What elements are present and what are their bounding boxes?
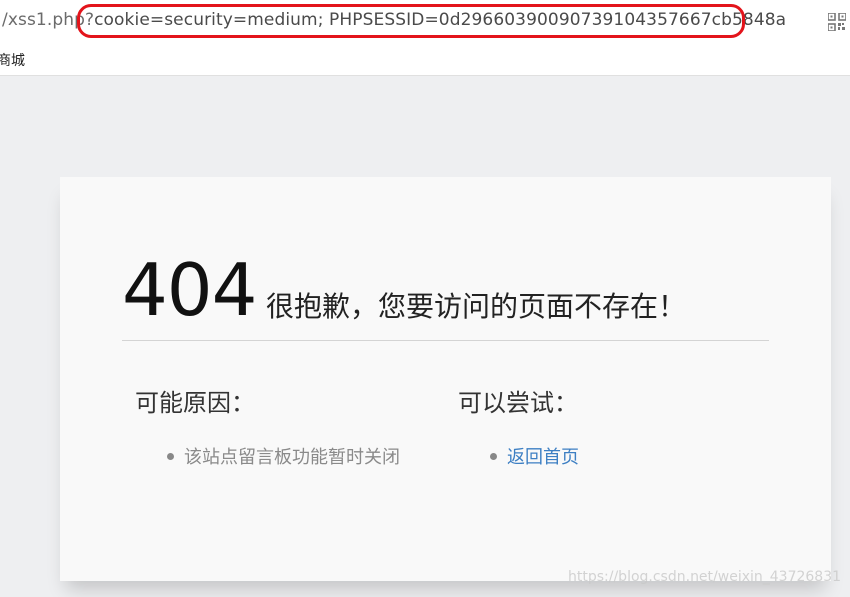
bullet-dot-icon xyxy=(167,452,174,460)
red-highlight-annotation xyxy=(77,4,745,38)
reason-item: 该站点留言板功能暂时关闭 xyxy=(167,443,400,469)
address-bar[interactable]: /xss1.php?cookie=security=medium; PHPSES… xyxy=(0,0,850,43)
error-code: 404 xyxy=(122,248,257,332)
qr-code-icon[interactable] xyxy=(828,13,846,31)
reasons-title: 可能原因： xyxy=(135,389,255,417)
bookmark-mall[interactable]: 商城 xyxy=(0,50,25,70)
watermark: https://blog.csdn.net/weixin_43726831 xyxy=(568,569,842,585)
reason-text: 该站点留言板功能暂时关闭 xyxy=(184,447,400,468)
divider xyxy=(122,340,769,341)
try-item: 返回首页 xyxy=(490,443,579,469)
try-title: 可以尝试： xyxy=(458,389,578,417)
bullet-dot-icon xyxy=(490,452,497,460)
error-headline: 很抱歉，您要访问的页面不存在！ xyxy=(266,290,687,323)
bookmarks-bar: 商城 xyxy=(0,42,850,76)
home-link[interactable]: 返回首页 xyxy=(507,447,579,468)
error-card xyxy=(60,177,831,581)
